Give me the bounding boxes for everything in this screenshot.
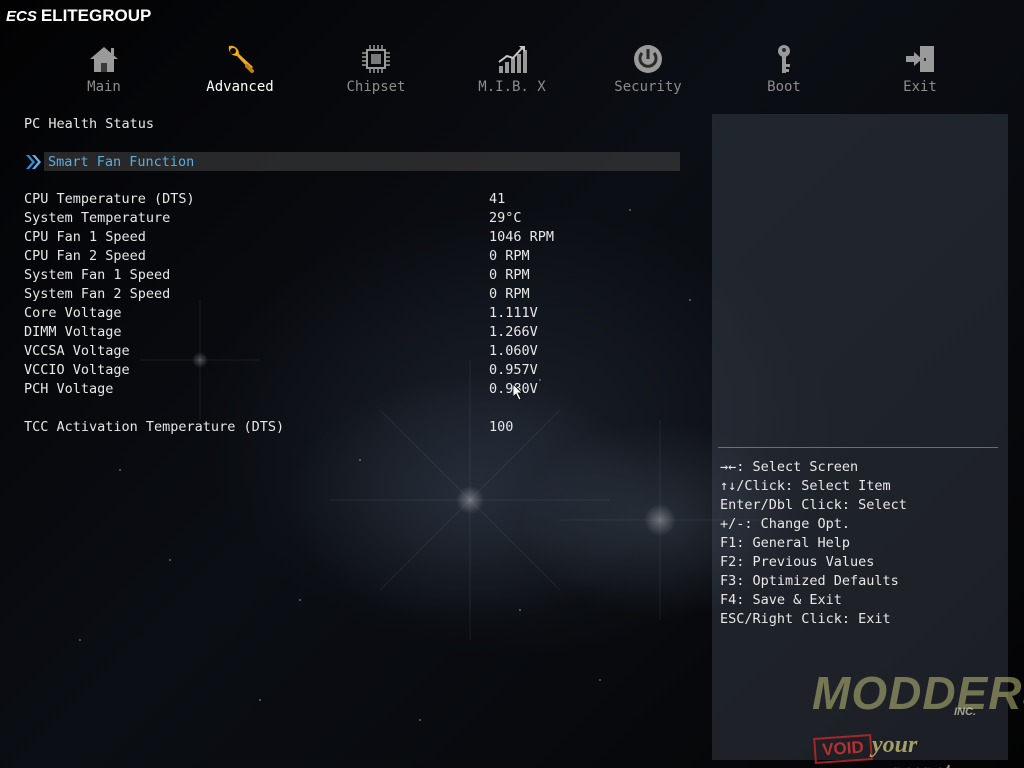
item-label: VCCIO Voltage <box>24 362 130 378</box>
chart-icon <box>498 46 527 73</box>
item-label: CPU Temperature (DTS) <box>24 191 195 207</box>
chip-icon <box>362 45 390 73</box>
tab-mib-x[interactable]: M.I.B. X <box>444 42 580 98</box>
tab-security[interactable]: Security <box>580 42 716 98</box>
smart-fan-function-label: Smart Fan Function <box>48 153 195 170</box>
exit-icon <box>906 46 934 72</box>
help-line: ↑↓/Click: Select Item <box>720 478 891 494</box>
tab-advanced[interactable]: Advanced <box>172 42 308 98</box>
tcc-value: 100 <box>489 419 514 435</box>
tcc-label: TCC Activation Temperature (DTS) <box>24 419 285 435</box>
tcc-activation-temperature: TCC Activation Temperature (DTS) 100 <box>24 418 684 437</box>
watermark-void-stamp: VOID <box>813 734 873 764</box>
health-status-list: CPU Temperature (DTS) 41 System Temperat… <box>24 190 684 399</box>
wrench-icon <box>228 45 254 73</box>
help-line: +/-: Change Opt. <box>720 516 851 532</box>
item-label: System Fan 2 Speed <box>24 286 171 302</box>
item-label: CPU Fan 2 Speed <box>24 248 146 264</box>
item-value: 0.957V <box>489 362 538 378</box>
watermark-tagline: your warranty <box>872 732 961 768</box>
item-value: 1.060V <box>489 343 538 359</box>
help-line: ESC/Right Click: Exit <box>720 611 891 627</box>
help-line: F1: General Help <box>720 535 851 551</box>
tab-chipset[interactable]: Chipset <box>308 42 444 98</box>
list-item: DIMM Voltage 1.266V <box>24 323 684 342</box>
item-label: DIMM Voltage <box>24 324 122 340</box>
item-value: 41 <box>489 191 506 207</box>
tab-security-label: Security <box>614 79 682 95</box>
page-title: PC Health Status <box>24 116 155 132</box>
tab-main[interactable]: Main <box>36 42 172 98</box>
list-item: VCCIO Voltage 0.957V <box>24 361 684 380</box>
tab-mib-x-label: M.I.B. X <box>478 79 546 95</box>
help-line: Enter/Dbl Click: Select <box>720 497 907 513</box>
brand-mark: ECS <box>6 7 37 25</box>
brand-logo: ECS ELITEGROUP <box>6 4 151 28</box>
item-label: System Temperature <box>24 210 171 226</box>
item-label: CPU Fan 1 Speed <box>24 229 146 245</box>
tab-main-label: Main <box>87 79 121 95</box>
item-label: Core Voltage <box>24 305 122 321</box>
tab-exit-label: Exit <box>903 79 937 95</box>
item-value: 1.266V <box>489 324 538 340</box>
watermark-inc: INC. <box>954 706 976 718</box>
tab-chipset-label: Chipset <box>346 79 406 95</box>
list-item: System Fan 2 Speed 0 RPM <box>24 285 684 304</box>
tab-advanced-label: Advanced <box>206 79 274 95</box>
smart-fan-function-item[interactable]: Smart Fan Function <box>24 152 680 171</box>
list-item: Core Voltage 1.111V <box>24 304 684 323</box>
watermark-title: MODDERS <box>812 667 1024 719</box>
item-label: VCCSA Voltage <box>24 343 130 359</box>
power-icon <box>634 45 662 73</box>
item-value: 29°C <box>489 210 522 226</box>
brand-name: ELITEGROUP <box>40 6 152 25</box>
home-icon <box>90 47 118 72</box>
key-icon <box>778 45 790 73</box>
list-item: CPU Fan 1 Speed 1046 RPM <box>24 228 684 247</box>
list-item: CPU Temperature (DTS) 41 <box>24 190 684 209</box>
item-label: PCH Voltage <box>24 381 114 397</box>
tab-exit[interactable]: Exit <box>852 42 988 98</box>
list-item: System Fan 1 Speed 0 RPM <box>24 266 684 285</box>
help-line: F2: Previous Values <box>720 554 875 570</box>
item-value: 0 RPM <box>489 248 530 264</box>
help-line: F3: Optimized Defaults <box>720 573 899 589</box>
item-value: 1.111V <box>489 305 538 321</box>
item-value: 0 RPM <box>489 286 530 302</box>
list-item: PCH Voltage 0.980V <box>24 380 684 399</box>
mouse-pointer-icon <box>513 384 523 400</box>
double-chevron-right-icon <box>26 154 41 169</box>
tab-boot-label: Boot <box>767 79 801 95</box>
watermark-logo: MODDERS INC. VOID your warranty <box>812 666 1024 768</box>
item-value: 0 RPM <box>489 267 530 283</box>
tab-boot[interactable]: Boot <box>716 42 852 98</box>
help-divider <box>718 447 998 448</box>
help-line: F4: Save & Exit <box>720 592 842 608</box>
main-panel: PC Health Status Smart Fan Function CPU … <box>24 114 684 454</box>
item-label: System Fan 1 Speed <box>24 267 171 283</box>
help-side-panel: →←: Select Screen ↑↓/Click: Select Item … <box>712 114 1008 760</box>
list-item: VCCSA Voltage 1.060V <box>24 342 684 361</box>
item-value: 1046 RPM <box>489 229 555 245</box>
top-navigation: Main Advanced Chipset M.I.B. X Security … <box>36 42 988 98</box>
help-line: →←: Select Screen <box>720 459 859 475</box>
key-help-list: →←: Select Screen ↑↓/Click: Select Item … <box>720 458 1004 629</box>
list-item: System Temperature 29°C <box>24 209 684 228</box>
list-item: CPU Fan 2 Speed 0 RPM <box>24 247 684 266</box>
